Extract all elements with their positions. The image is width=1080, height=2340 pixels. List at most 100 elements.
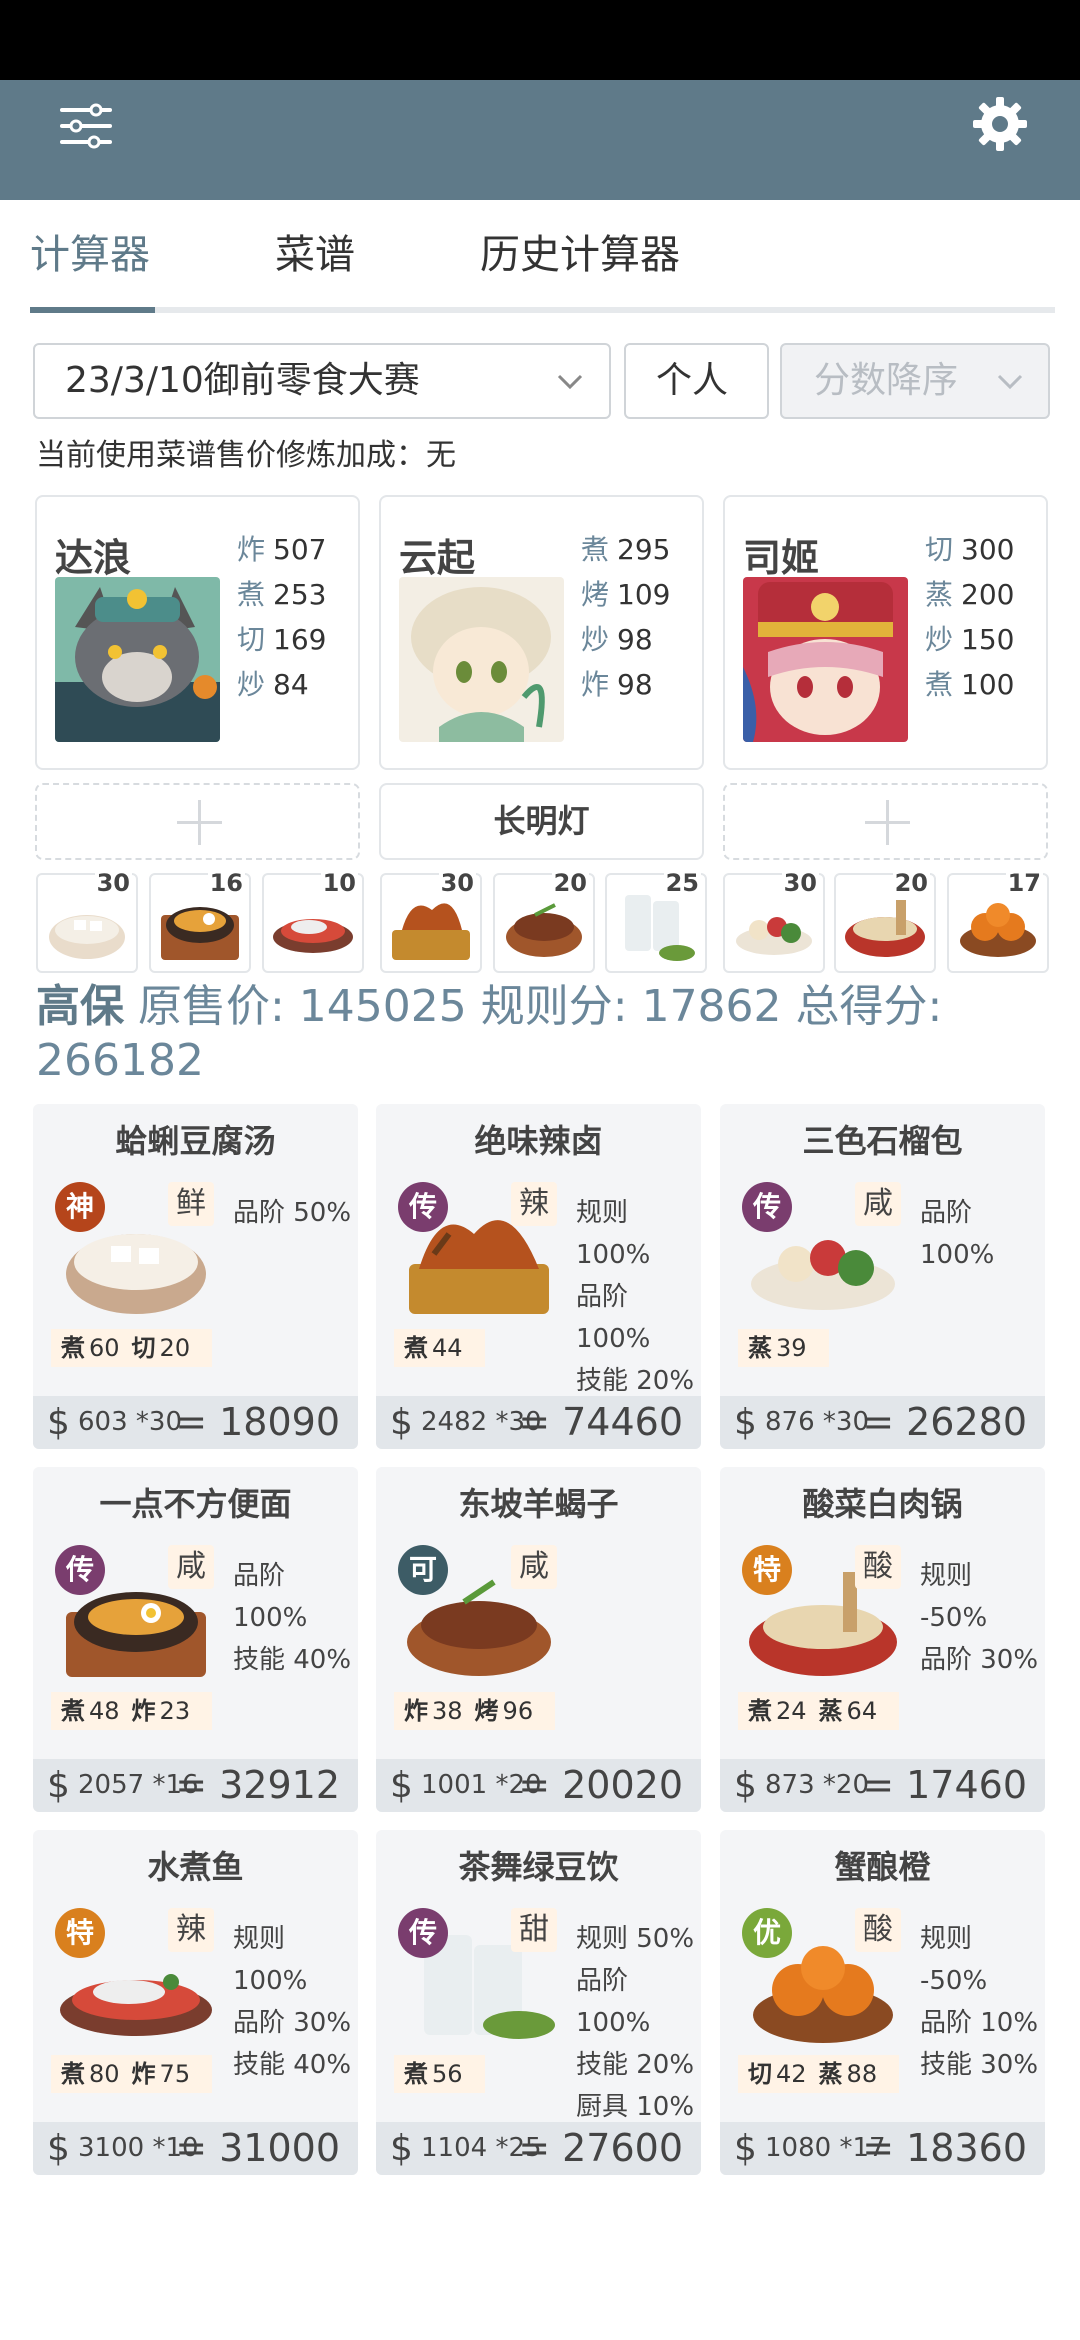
dish-thumb-7[interactable]: 30 — [723, 869, 825, 973]
dollar-icon: $ — [47, 1402, 70, 1443]
dish-thumb-5[interactable]: 20 — [493, 869, 595, 973]
dish-quantity: 20 — [892, 869, 930, 897]
modifier: 品阶 100% — [233, 1561, 308, 1633]
skill-value: 109 — [617, 578, 671, 611]
filter-menu-icon[interactable] — [56, 96, 116, 156]
dish-quantity: 17 — [1005, 869, 1043, 897]
equipment-slot-empty-3[interactable] — [723, 783, 1048, 860]
dish-card[interactable]: 蟹酿橙 优 酸 规则 -50% 品阶 10% 技能 30% 切 42 蒸 88 $ 108… — [720, 1830, 1045, 2175]
skill-requirements: 炸 38 烤 96 — [394, 1692, 556, 1730]
modifier: 品阶 100% — [576, 1282, 651, 1354]
dish-card[interactable]: 三色石榴包 传 咸 品阶 100% 蒸 39 $ 876 *30 = 26280 — [720, 1104, 1045, 1449]
dish-thumb-8[interactable]: 20 — [834, 869, 936, 973]
rarity-badge: 可 — [398, 1545, 448, 1595]
dish-quantity: 30 — [94, 869, 132, 897]
dish-card[interactable]: 蛤蜊豆腐汤 神 鲜 品阶 50% 煮 60 切 20 $ 603 *30 = 1809… — [33, 1104, 358, 1449]
taste-badge: 辣 — [511, 1182, 557, 1226]
taste-badge: 咸 — [855, 1182, 901, 1226]
dish-card[interactable]: 茶舞绿豆饮 传 甜 规则 50% 品阶 100% 技能 20% 厨具 10% 煮 56 … — [376, 1830, 701, 2175]
unit-price: 1104 — [421, 2133, 488, 2163]
req-value: 44 — [432, 1334, 463, 1362]
modifier: 技能 20% — [576, 2050, 695, 2080]
price-bar: $ 1001 *20 = 20020 — [376, 1759, 701, 1812]
summary-chef-name: 高保 — [36, 981, 124, 1032]
status-bar — [0, 0, 1080, 80]
rarity-badge: 传 — [55, 1545, 105, 1595]
dish-title: 绝味辣卤 — [474, 1122, 603, 1160]
dish-card[interactable]: 绝味辣卤 传 辣 规则 100%品阶 100%技能 20%厨具 10% 煮44 … — [376, 1104, 701, 1449]
sort-select[interactable]: 分数降序 — [780, 343, 1050, 419]
dish-card[interactable]: 一点不方便面 传 咸 品阶 100% 技能 40% 煮 48 炸 23 $ 2057 *… — [33, 1467, 358, 1812]
skill-value: 300 — [961, 533, 1015, 566]
skill-value: 169 — [273, 623, 327, 656]
price-bar: $ 876 *30 = 26280 — [720, 1396, 1045, 1449]
skill-requirements: 蒸 39 — [738, 1329, 829, 1367]
dollar-icon: $ — [47, 2128, 70, 2169]
req-skill: 蒸 — [818, 2060, 843, 2088]
chef-card-3[interactable]: 司姬 切 300 蒸 200 炒 150 煮 100 — [723, 495, 1048, 770]
price-bar: $ 2057 *16 = 32912 — [33, 1759, 358, 1812]
dish-modifiers: 品阶 100% 技能 40% — [233, 1555, 358, 1681]
equipment-name: 长明灯 — [493, 802, 590, 840]
settings-gear-icon[interactable] — [970, 94, 1030, 154]
req-value: 56 — [432, 2060, 463, 2088]
chef-portrait-girl — [743, 577, 908, 742]
skill-type: 炒 — [581, 623, 610, 656]
chef-card-2[interactable]: 云起 煮 295 烤 109 炒 98 炸 98 — [379, 495, 704, 770]
unit-price: 3100 — [78, 2133, 145, 2163]
dollar-icon: $ — [390, 2128, 413, 2169]
dish-card[interactable]: 东坡羊蝎子 可 咸 炸 38 烤 96 $ 1001 *20 = 20020 — [376, 1467, 701, 1812]
tab-calculator[interactable]: 计算器 — [30, 225, 150, 305]
dish-thumb-9[interactable]: 17 — [947, 869, 1049, 973]
dish-title: 水煮鱼 — [147, 1848, 244, 1886]
skill-value: 200 — [961, 578, 1015, 611]
dish-title: 酸菜白肉锅 — [802, 1485, 963, 1523]
skill-type: 炒 — [925, 623, 954, 656]
modifier: 规则 -50% — [920, 1561, 988, 1633]
dish-card[interactable]: 酸菜白肉锅 特 酸 规则 -50% 品阶 30% 煮 24 蒸 64 $ 873 *20… — [720, 1467, 1045, 1812]
modifier: 技能 30% — [920, 2050, 1039, 2080]
tab-recipes[interactable]: 菜谱 — [275, 225, 355, 305]
req-value: 60 — [89, 1334, 120, 1362]
skill-row: 炒 150 — [925, 617, 1045, 662]
main-tabs: 计算器 菜谱 历史计算器 — [30, 225, 1055, 315]
skill-requirements: 切 42 蒸 88 — [738, 2055, 900, 2093]
req-value: 48 — [89, 1697, 120, 1725]
contest-select[interactable]: 23/3/10御前零食大赛 — [33, 343, 611, 419]
equipment-slot-empty-1[interactable] — [35, 783, 360, 860]
tab-history-calculator[interactable]: 历史计算器 — [480, 225, 680, 305]
dollar-icon: $ — [734, 2128, 757, 2169]
req-skill: 切 — [131, 1334, 156, 1362]
dish-thumb-6[interactable]: 25 — [605, 869, 707, 973]
dish-card[interactable]: 水煮鱼 特 辣 规则 100% 品阶 30% 技能 40% 煮 80 炸 75 $ 310… — [33, 1830, 358, 2175]
req-value: 88 — [846, 2060, 878, 2088]
price-total: = 27600 — [518, 2126, 683, 2170]
req-skill: 炸 — [404, 1697, 428, 1725]
dish-thumb-4[interactable]: 30 — [380, 869, 482, 973]
dish-thumb-3[interactable]: 10 — [262, 869, 364, 973]
skill-value: 150 — [961, 623, 1015, 656]
modifier: 品阶 30% — [920, 1645, 1039, 1675]
taste-badge: 酸 — [855, 1908, 901, 1952]
skill-row: 炒 84 — [237, 662, 357, 707]
dollar-icon: $ — [734, 1402, 757, 1443]
skill-type: 切 — [237, 623, 266, 656]
skill-value: 98 — [617, 623, 653, 656]
skill-type: 蒸 — [925, 578, 954, 611]
skill-type: 烤 — [581, 578, 610, 611]
price-total: = 74460 — [518, 1400, 683, 1444]
skill-row: 煮 100 — [925, 662, 1045, 707]
mode-select[interactable]: 个人 — [624, 343, 769, 419]
dish-thumb-2[interactable]: 16 — [149, 869, 251, 973]
skill-value: 100 — [961, 668, 1015, 701]
dish-quantity: 30 — [438, 869, 476, 897]
price-calc: 876 *30 — [765, 1396, 869, 1449]
dish-thumb-1[interactable]: 30 — [36, 869, 138, 973]
mode-select-value: 个人 — [656, 360, 729, 401]
skill-type: 切 — [925, 533, 954, 566]
price-bar: $ 603 *30 = 18090 — [33, 1396, 358, 1449]
rarity-badge: 传 — [398, 1182, 448, 1232]
skill-type: 炸 — [237, 533, 266, 566]
equipment-slot-2[interactable]: 长明灯 — [379, 783, 704, 860]
chef-card-1[interactable]: 达浪 炸 507 煮 253 切 169 炒 84 — [35, 495, 360, 770]
